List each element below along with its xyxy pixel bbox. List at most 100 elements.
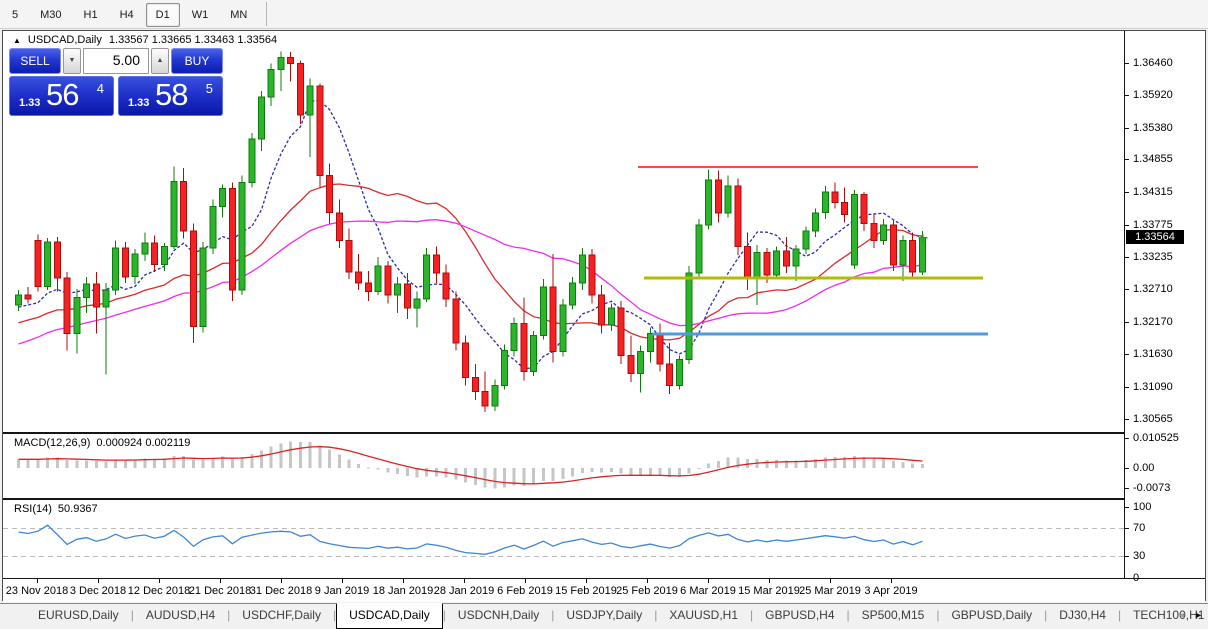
macd-histogram-bar: [425, 468, 428, 477]
candle-body: [851, 195, 857, 265]
collapse-trade-panel-icon[interactable]: ▲: [13, 36, 21, 45]
symbol-tabbar: EURUSD,Daily|AUDUSD,H4|USDCHF,Daily|USDC…: [0, 603, 1208, 629]
candle-body: [540, 287, 546, 335]
buy-price-tile[interactable]: 1.33 58 5: [118, 76, 223, 116]
timeframe-button-d1[interactable]: D1: [146, 3, 180, 27]
buy-price-prefix: 1.33: [128, 97, 149, 109]
symbol-tab-usdchf-daily[interactable]: USDCHF,Daily: [230, 604, 333, 629]
macd-histogram-bar: [95, 461, 98, 468]
tab-scroll-right-icon[interactable]: ►: [1194, 610, 1203, 620]
symbol-tab-eurusd-daily[interactable]: EURUSD,Daily: [26, 604, 131, 629]
macd-histogram-bar: [503, 468, 506, 488]
candle-body: [395, 284, 401, 295]
volume-input[interactable]: 5.00: [83, 48, 149, 74]
symbol-tab-dj30-h4[interactable]: DJ30,H4: [1047, 604, 1118, 629]
macd-label-row: MACD(12,26,9) 0.000924 0.002119: [14, 437, 190, 449]
macd-histogram-bar: [318, 445, 321, 468]
candle-body: [676, 360, 682, 386]
candle-body: [375, 266, 381, 291]
timeframe-button-m30[interactable]: M30: [30, 3, 71, 27]
symbol-tab-gbpusd-daily[interactable]: GBPUSD,Daily: [939, 604, 1044, 629]
macd-histogram-bar: [542, 468, 545, 481]
candle-body: [589, 255, 595, 295]
macd-histogram-bar: [911, 464, 914, 468]
macd-histogram-bar: [211, 458, 214, 468]
timeframe-buttons-slot: 5M30H1H4D1W1MN: [1, 5, 258, 23]
timeframe-button-5[interactable]: 5: [2, 3, 28, 27]
price-axis[interactable]: 1.364601.359201.353801.348551.343151.337…: [1124, 31, 1205, 578]
macd-histogram-bar: [474, 468, 477, 485]
candle-body: [453, 299, 459, 343]
symbol-tab-xauusd-h1[interactable]: XAUUSD,H1: [657, 604, 750, 629]
candle-body: [443, 273, 449, 299]
timeframe-button-w1[interactable]: W1: [182, 3, 219, 27]
volume-increase-button[interactable]: ▲: [151, 48, 169, 74]
symbol-tab-audusd-h4[interactable]: AUDUSD,H4: [134, 604, 227, 629]
macd-histogram-bar: [192, 459, 195, 468]
price-axis-label-tick: [1125, 95, 1129, 96]
macd-histogram-bar: [659, 468, 662, 476]
chart-title-symbol: USDCAD,Daily: [28, 34, 102, 46]
chart-title-ohlc: 1.33567 1.33665 1.33463 1.33564: [109, 34, 277, 46]
candle-body: [521, 323, 527, 371]
candle-body: [297, 64, 303, 115]
date-tick: [647, 579, 648, 583]
timeframe-button-h1[interactable]: H1: [74, 3, 108, 27]
date-axis-label: 31 Dec 2018: [250, 585, 312, 597]
macd-histogram-bar: [629, 468, 632, 475]
candle-body: [220, 189, 226, 207]
price-axis-label-tick: [1125, 192, 1129, 193]
symbol-tab-sp500-m15[interactable]: SP500,M15: [850, 604, 937, 629]
candle-body: [74, 297, 80, 333]
macd-histogram-bar: [600, 468, 603, 472]
date-axis[interactable]: 23 Nov 20183 Dec 201812 Dec 201821 Dec 2…: [3, 578, 1205, 602]
macd-histogram-bar: [134, 459, 137, 468]
macd-histogram-bar: [299, 442, 302, 468]
rsi-pane[interactable]: [3, 500, 1124, 578]
sell-price-tile[interactable]: 1.33 56 4: [9, 76, 114, 116]
date-tick: [342, 579, 343, 583]
macd-histogram-bar: [75, 460, 78, 468]
macd-histogram-bar: [824, 457, 827, 468]
candle-body: [132, 254, 138, 277]
candle-body: [365, 283, 371, 292]
rsi-value: 50.9367: [58, 503, 98, 515]
symbol-tab-usdcad-daily[interactable]: USDCAD,Daily: [336, 603, 443, 629]
price-axis-label-tick: [1125, 159, 1129, 160]
candle-body: [307, 86, 313, 115]
macd-axis-label: -0.0073: [1133, 482, 1170, 494]
candle-body: [249, 139, 255, 183]
timeframe-button-mn[interactable]: MN: [220, 3, 257, 27]
rsi-axis-label: 70: [1133, 522, 1145, 534]
symbol-tab-usdcnh-daily[interactable]: USDCNH,Daily: [446, 604, 551, 629]
macd-axis-label: 0.00: [1133, 462, 1154, 474]
symbol-tab-gbpusd-h4[interactable]: GBPUSD,H4: [753, 604, 846, 629]
macd-histogram-bar: [493, 468, 496, 488]
price-axis-label: 1.32170: [1133, 316, 1173, 328]
macd-histogram-bar: [231, 459, 234, 468]
price-axis-label: 1.31630: [1133, 348, 1173, 360]
sell-button[interactable]: SELL: [9, 48, 61, 74]
timeframe-button-h4[interactable]: H4: [110, 3, 144, 27]
buy-button[interactable]: BUY: [171, 48, 223, 74]
candle-body: [190, 231, 196, 326]
candle-body: [45, 242, 51, 287]
macd-histogram-bar: [697, 468, 700, 469]
price-axis-label: 1.36460: [1133, 57, 1173, 69]
candle-body: [570, 283, 576, 305]
rsi-axis-label: 100: [1133, 501, 1151, 513]
symbol-tab-usdjpy-daily[interactable]: USDJPY,Daily: [554, 604, 654, 629]
sell-price-big: 56: [46, 77, 78, 113]
macd-histogram-bar: [270, 447, 273, 469]
macd-histogram-bar: [736, 458, 739, 468]
candle-body: [482, 392, 488, 407]
candle-body: [919, 238, 925, 272]
volume-decrease-button[interactable]: ▼: [63, 48, 81, 74]
candle-body: [715, 180, 721, 213]
macd-axis-label-tick: [1125, 438, 1129, 439]
candle-body: [142, 243, 148, 254]
rsi-axis-label-tick: [1125, 556, 1129, 557]
tab-scroll-left-icon[interactable]: ◄: [1177, 610, 1186, 620]
date-axis-label: 9 Jan 2019: [315, 585, 369, 597]
candle-body: [579, 255, 585, 283]
